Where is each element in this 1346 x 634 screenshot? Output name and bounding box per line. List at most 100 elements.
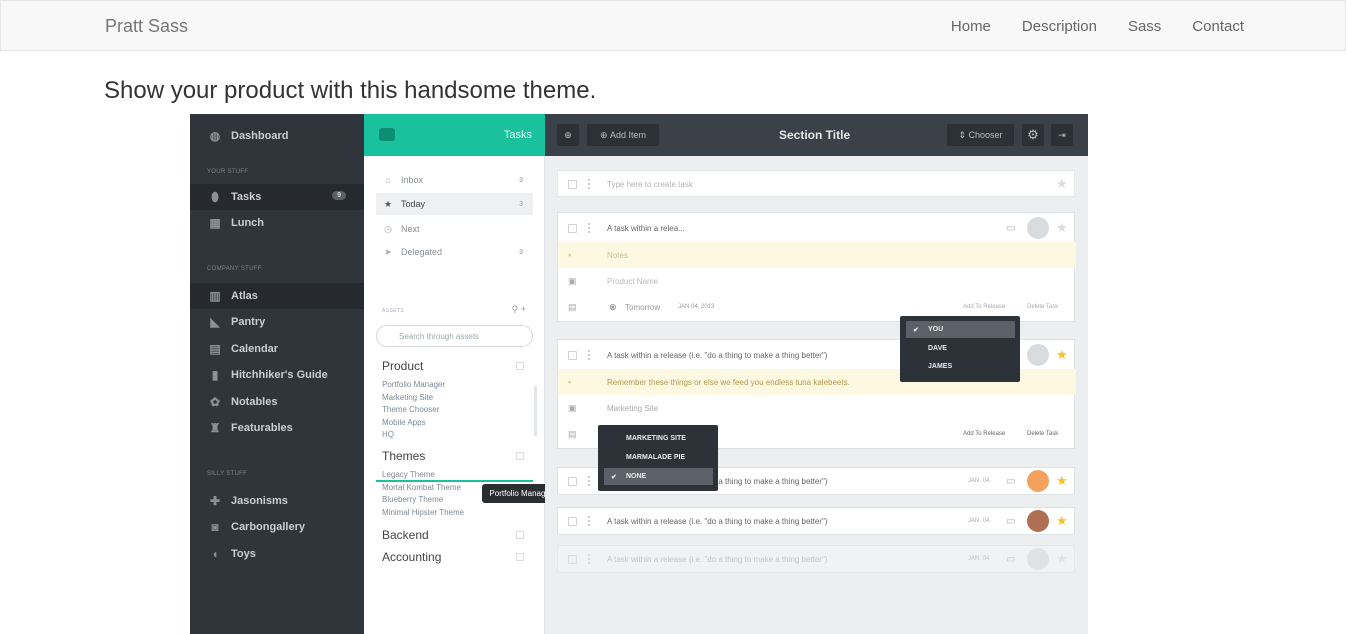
- nav-description[interactable]: Description: [1022, 18, 1097, 35]
- checkbox[interactable]: [568, 516, 577, 526]
- search-add-icons[interactable]: ⚲ +: [512, 304, 526, 315]
- add-to-release-link[interactable]: Add To Release: [963, 431, 1005, 437]
- sidebar-item-calendar[interactable]: ▤ Calendar: [190, 336, 364, 362]
- star-icon[interactable]: ★: [1056, 347, 1068, 363]
- delete-task-link[interactable]: Delete Task: [1027, 431, 1058, 437]
- assignee-avatar[interactable]: [1027, 548, 1049, 570]
- create-task-input[interactable]: Type here to create task: [607, 180, 693, 189]
- comment-icon[interactable]: ▭: [1006, 223, 1015, 234]
- list-item[interactable]: Theme Chooser: [382, 405, 439, 414]
- brand[interactable]: Pratt Sass: [105, 16, 188, 37]
- logout-icon[interactable]: ⇥: [1051, 124, 1073, 146]
- collapse-icon[interactable]: [516, 362, 524, 370]
- list-item[interactable]: Blueberry Theme: [382, 495, 443, 504]
- sidebar-item-notables[interactable]: ✿ Notables: [190, 389, 364, 415]
- task-row[interactable]: A task within a relea... ▭ ★: [558, 215, 1076, 241]
- list-item[interactable]: Mortal Kombat Theme: [382, 483, 461, 492]
- scrollbar[interactable]: [534, 386, 537, 436]
- task-card-completed[interactable]: A task within a release (i.e. "do a thin…: [557, 545, 1075, 573]
- assignee-avatar[interactable]: [1027, 344, 1049, 366]
- checkbox[interactable]: [568, 476, 577, 486]
- assignee-option[interactable]: JAMES: [906, 358, 1015, 375]
- drag-handle[interactable]: [588, 223, 590, 233]
- sidebar-item-tasks[interactable]: ⬮ Tasks 9: [190, 184, 364, 210]
- list-delegated[interactable]: ➤ Delegated 3: [376, 241, 533, 263]
- product-option[interactable]: MARKETING SITE: [604, 430, 713, 447]
- group-accounting[interactable]: Accounting: [382, 550, 441, 564]
- sidebar-item-carbongallery[interactable]: ◙ Carbongallery: [190, 514, 364, 540]
- assets-search-input[interactable]: Search through assets: [376, 325, 533, 347]
- nav-home[interactable]: Home: [951, 18, 991, 35]
- assignee-avatar[interactable]: [1027, 217, 1049, 239]
- checkbox[interactable]: [568, 223, 577, 233]
- list-item[interactable]: Minimal Hipster Theme: [382, 508, 464, 517]
- checkbox-checked[interactable]: [568, 554, 577, 564]
- sidebar-item-pantry[interactable]: ◣ Pantry: [190, 309, 364, 335]
- collapse-icon[interactable]: [516, 553, 524, 561]
- star-icon[interactable]: ★: [1056, 220, 1068, 236]
- star-icon[interactable]: ★: [1056, 551, 1068, 567]
- list-item[interactable]: Legacy Theme: [382, 470, 435, 479]
- drag-handle[interactable]: [588, 554, 590, 564]
- list-inbox[interactable]: ⌂ Inbox 3: [376, 169, 533, 191]
- comment-icon[interactable]: ▭: [1006, 554, 1015, 565]
- task-title[interactable]: A task within a relea...: [607, 224, 685, 233]
- due-input[interactable]: Tomorrow: [625, 303, 660, 312]
- assignee-option[interactable]: ✔ YOU: [906, 321, 1015, 338]
- nav-contact[interactable]: Contact: [1192, 18, 1244, 35]
- comment-icon[interactable]: ▭: [1006, 476, 1015, 487]
- task-title[interactable]: A task within a release (i.e. "do a thin…: [607, 517, 827, 526]
- product-row[interactable]: ▣ Product Name: [558, 268, 1076, 294]
- drag-handle[interactable]: [588, 516, 590, 526]
- create-task-row[interactable]: Type here to create task ★: [557, 170, 1075, 197]
- collapse-icon[interactable]: [516, 531, 524, 539]
- avatar[interactable]: [1027, 510, 1049, 532]
- assignee-option[interactable]: DAVE: [906, 340, 1015, 357]
- stack-icon[interactable]: [379, 128, 395, 141]
- star-icon[interactable]: ★: [1056, 473, 1068, 489]
- add-item-button[interactable]: ⊕ Add Item: [587, 124, 659, 146]
- notes-text[interactable]: Remember these things or else we feed yo…: [607, 378, 850, 387]
- list-item[interactable]: HQ: [382, 430, 394, 439]
- add-to-release-link[interactable]: Add To Release: [963, 304, 1005, 310]
- notes-row[interactable]: ▪ Notes: [558, 242, 1076, 268]
- list-item[interactable]: Marketing Site: [382, 393, 433, 402]
- checkbox[interactable]: [568, 350, 577, 360]
- sidebar-item-jasonisms[interactable]: ✚ Jasonisms: [190, 488, 364, 514]
- product-input[interactable]: Marketing Site: [607, 404, 658, 413]
- product-option[interactable]: MARMALADE PIE: [604, 449, 713, 466]
- list-next[interactable]: ◷ Next: [376, 218, 533, 240]
- sidebar-item-hitchhikers-guide[interactable]: ▮ Hitchhiker's Guide: [190, 362, 364, 388]
- group-backend[interactable]: Backend: [382, 528, 429, 542]
- sidebar-item-atlas[interactable]: ▥ Atlas: [190, 283, 364, 309]
- task-card[interactable]: A task within a release (i.e. "do a thin…: [557, 507, 1075, 535]
- list-item[interactable]: Portfolio Manager: [382, 380, 445, 389]
- drag-handle[interactable]: [588, 476, 590, 486]
- sidebar-item-lunch[interactable]: ▦ Lunch: [190, 210, 364, 236]
- add-circle-button[interactable]: ⊕: [557, 124, 579, 146]
- gear-icon[interactable]: ⚙: [1022, 124, 1044, 146]
- product-row[interactable]: ▣ Marketing Site: [558, 395, 1076, 421]
- sidebar-item-dashboard[interactable]: ◍ Dashboard: [190, 123, 364, 149]
- task-title[interactable]: A task within a release (i.e. "do a thin…: [607, 555, 827, 564]
- group-themes[interactable]: Themes: [382, 449, 425, 463]
- drag-handle[interactable]: [588, 179, 590, 189]
- sidebar-item-featurables[interactable]: ♜ Featurables: [190, 415, 364, 441]
- sidebar-item-toys[interactable]: ◖ Toys: [190, 541, 364, 567]
- delete-task-link[interactable]: Delete Task: [1027, 304, 1058, 310]
- comment-icon[interactable]: ▭: [1006, 516, 1015, 527]
- list-item[interactable]: Mobile Apps: [382, 418, 426, 427]
- chooser-button[interactable]: ⇕ Chooser: [947, 124, 1014, 146]
- star-icon[interactable]: ★: [1056, 176, 1068, 192]
- group-product[interactable]: Product: [382, 359, 423, 373]
- product-input[interactable]: Product Name: [607, 277, 658, 286]
- checkbox[interactable]: [568, 179, 577, 189]
- product-option[interactable]: ✔ NONE: [604, 468, 713, 485]
- star-icon[interactable]: ★: [1056, 513, 1068, 529]
- notes-input[interactable]: Notes: [607, 251, 628, 260]
- drag-handle[interactable]: [588, 350, 590, 360]
- collapse-icon[interactable]: [516, 452, 524, 460]
- nav-sass[interactable]: Sass: [1128, 18, 1161, 35]
- list-today[interactable]: ★ Today 3: [376, 193, 533, 215]
- avatar[interactable]: [1027, 470, 1049, 492]
